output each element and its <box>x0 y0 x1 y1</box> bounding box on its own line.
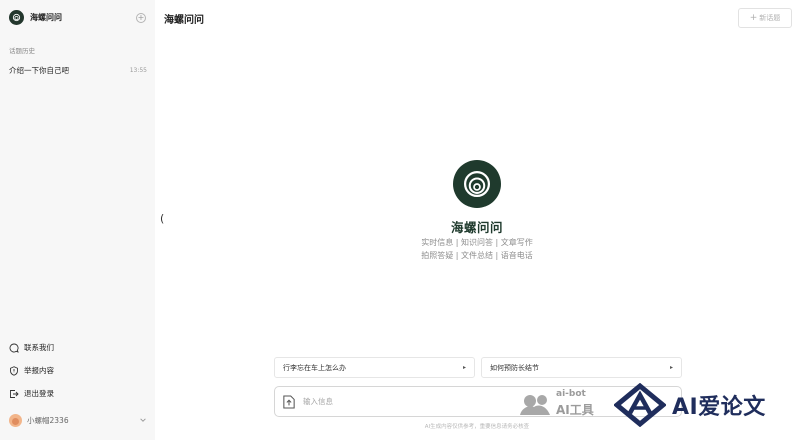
snail-logo-icon <box>9 10 24 25</box>
report-content-label: 举报内容 <box>24 366 54 375</box>
suggestion-chip[interactable]: 行李忘在车上怎么办 ▸ <box>274 357 475 378</box>
logout-label: 退出登录 <box>24 389 54 398</box>
new-topic-button[interactable]: + 新话题 <box>738 8 792 28</box>
user-name: 小螺帽2336 <box>27 415 69 425</box>
watermark-bot-sub: AI工具 <box>556 403 594 417</box>
shield-icon <box>10 365 18 376</box>
new-topic-label: 新话题 <box>759 14 781 22</box>
history-item-title: 介绍一下你自己吧 <box>9 65 69 75</box>
hero-features-line-1: 实时信息 | 知识问答 | 文章写作 <box>421 238 533 247</box>
avatar <box>9 413 22 427</box>
hero-features-line-2: 拍照答疑 | 文件总结 | 语音电话 <box>421 251 533 260</box>
user-menu[interactable]: 小螺帽2336 <box>9 412 147 428</box>
logout-icon <box>10 389 19 398</box>
plus-icon: + <box>749 13 758 23</box>
history-item-time: 13:55 <box>129 66 147 74</box>
suggestion-label: 如何预防长结节 <box>490 363 539 372</box>
brand[interactable]: 海螺问问 <box>9 10 62 25</box>
report-content-link[interactable]: 举报内容 <box>9 365 54 376</box>
suggestion-label: 行李忘在车上怎么办 <box>283 363 346 372</box>
contact-us-label: 联系我们 <box>24 343 54 352</box>
hero-title: 海螺问问 <box>450 220 503 235</box>
chevron-down-icon <box>140 418 146 422</box>
watermark-logo: AI爱论文 <box>614 381 790 429</box>
upload-file-icon[interactable] <box>283 394 295 409</box>
logout-link[interactable]: 退出登录 <box>9 388 54 399</box>
history-item[interactable]: 介绍一下你自己吧 13:55 <box>4 62 152 78</box>
history-section-label: 话题历史 <box>9 47 35 55</box>
watermark-bot-name: ai-bot <box>556 389 586 399</box>
collapse-sidebar-handle[interactable]: ( <box>160 213 164 224</box>
contact-us-link[interactable]: 联系我们 <box>9 342 54 353</box>
hero-snail-logo-icon <box>453 160 501 208</box>
suggestion-chip[interactable]: 如何预防长结节 ▸ <box>481 357 682 378</box>
disclaimer: AI生成内容仅供参考，重要信息请务必核查 <box>424 424 530 430</box>
new-chat-icon[interactable]: + <box>136 13 146 23</box>
watermark-diamond-icon <box>614 383 666 427</box>
chat-bubble-icon <box>9 343 19 353</box>
brand-name: 海螺问问 <box>30 13 62 22</box>
page-title: 海螺问问 <box>164 15 204 26</box>
arrow-right-icon: ▸ <box>669 364 673 371</box>
arrow-right-icon: ▸ <box>462 364 466 371</box>
watermark-text: AI爱论文 <box>672 395 766 420</box>
sidebar: 海螺问问 + 话题历史 介绍一下你自己吧 13:55 联系我们 举报内容 退出登… <box>0 0 155 440</box>
